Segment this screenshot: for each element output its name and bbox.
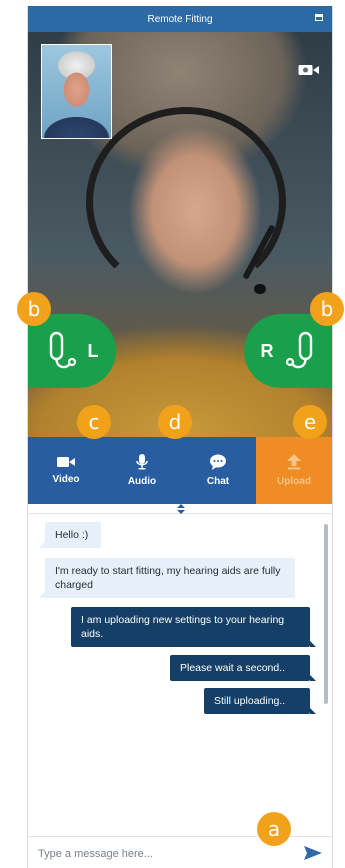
upload-button[interactable]: Upload	[256, 437, 332, 504]
headset-band	[86, 107, 286, 297]
minimize-icon[interactable]	[315, 14, 323, 21]
upload-arrow-icon	[287, 454, 301, 470]
chat-button[interactable]: Chat	[180, 437, 256, 504]
microphone-icon	[136, 454, 148, 470]
chat-message-incoming: I'm ready to start fitting, my hearing a…	[39, 558, 295, 598]
audio-button[interactable]: Audio	[104, 437, 180, 504]
chat-message-outgoing: I am uploading new settings to your hear…	[71, 607, 316, 647]
left-hearing-aid-button[interactable]: L	[28, 314, 116, 388]
callout-b-left: b	[17, 292, 51, 326]
chat-bubble-icon	[210, 454, 226, 470]
right-hearing-aid-label: R	[260, 340, 274, 361]
right-hearing-aid-icon	[285, 331, 312, 369]
chat-message-outgoing: Please wait a second..	[170, 655, 316, 681]
callout-a: a	[257, 812, 291, 846]
title-bar: Remote Fitting	[28, 6, 332, 32]
window-title: Remote Fitting	[147, 13, 213, 25]
video-button[interactable]: Video	[28, 437, 104, 504]
message-input[interactable]	[36, 843, 290, 865]
send-icon[interactable]	[304, 846, 322, 860]
chat-message-incoming: Hello :)	[39, 522, 101, 548]
self-view-video	[41, 44, 112, 139]
remote-video-feed: L R	[28, 32, 332, 437]
callout-c: c	[77, 405, 111, 439]
resize-arrows-icon	[177, 504, 185, 514]
left-hearing-aid-icon	[49, 331, 76, 369]
call-toolbar: Video Audio Chat Upload	[28, 437, 332, 504]
video-label: Video	[52, 474, 80, 485]
chat-label: Chat	[206, 476, 230, 487]
callout-b-right: b	[310, 292, 344, 326]
left-hearing-aid-label: L	[87, 340, 99, 361]
right-hearing-aid-button[interactable]: R	[244, 314, 332, 388]
callout-d: d	[158, 405, 192, 439]
callout-e: e	[293, 405, 327, 439]
upload-label: Upload	[277, 476, 311, 487]
resize-handle[interactable]	[28, 504, 332, 514]
chat-panel: Hello :) I'm ready to start fitting, my …	[28, 514, 332, 836]
video-camera-icon	[57, 457, 75, 467]
headset-mic	[254, 284, 266, 294]
chat-message-outgoing: Still uploading..	[204, 688, 316, 714]
camera-switch-icon[interactable]	[298, 64, 320, 76]
chat-scrollbar[interactable]	[324, 524, 328, 704]
message-input-bar	[28, 836, 332, 868]
audio-label: Audio	[127, 476, 157, 487]
